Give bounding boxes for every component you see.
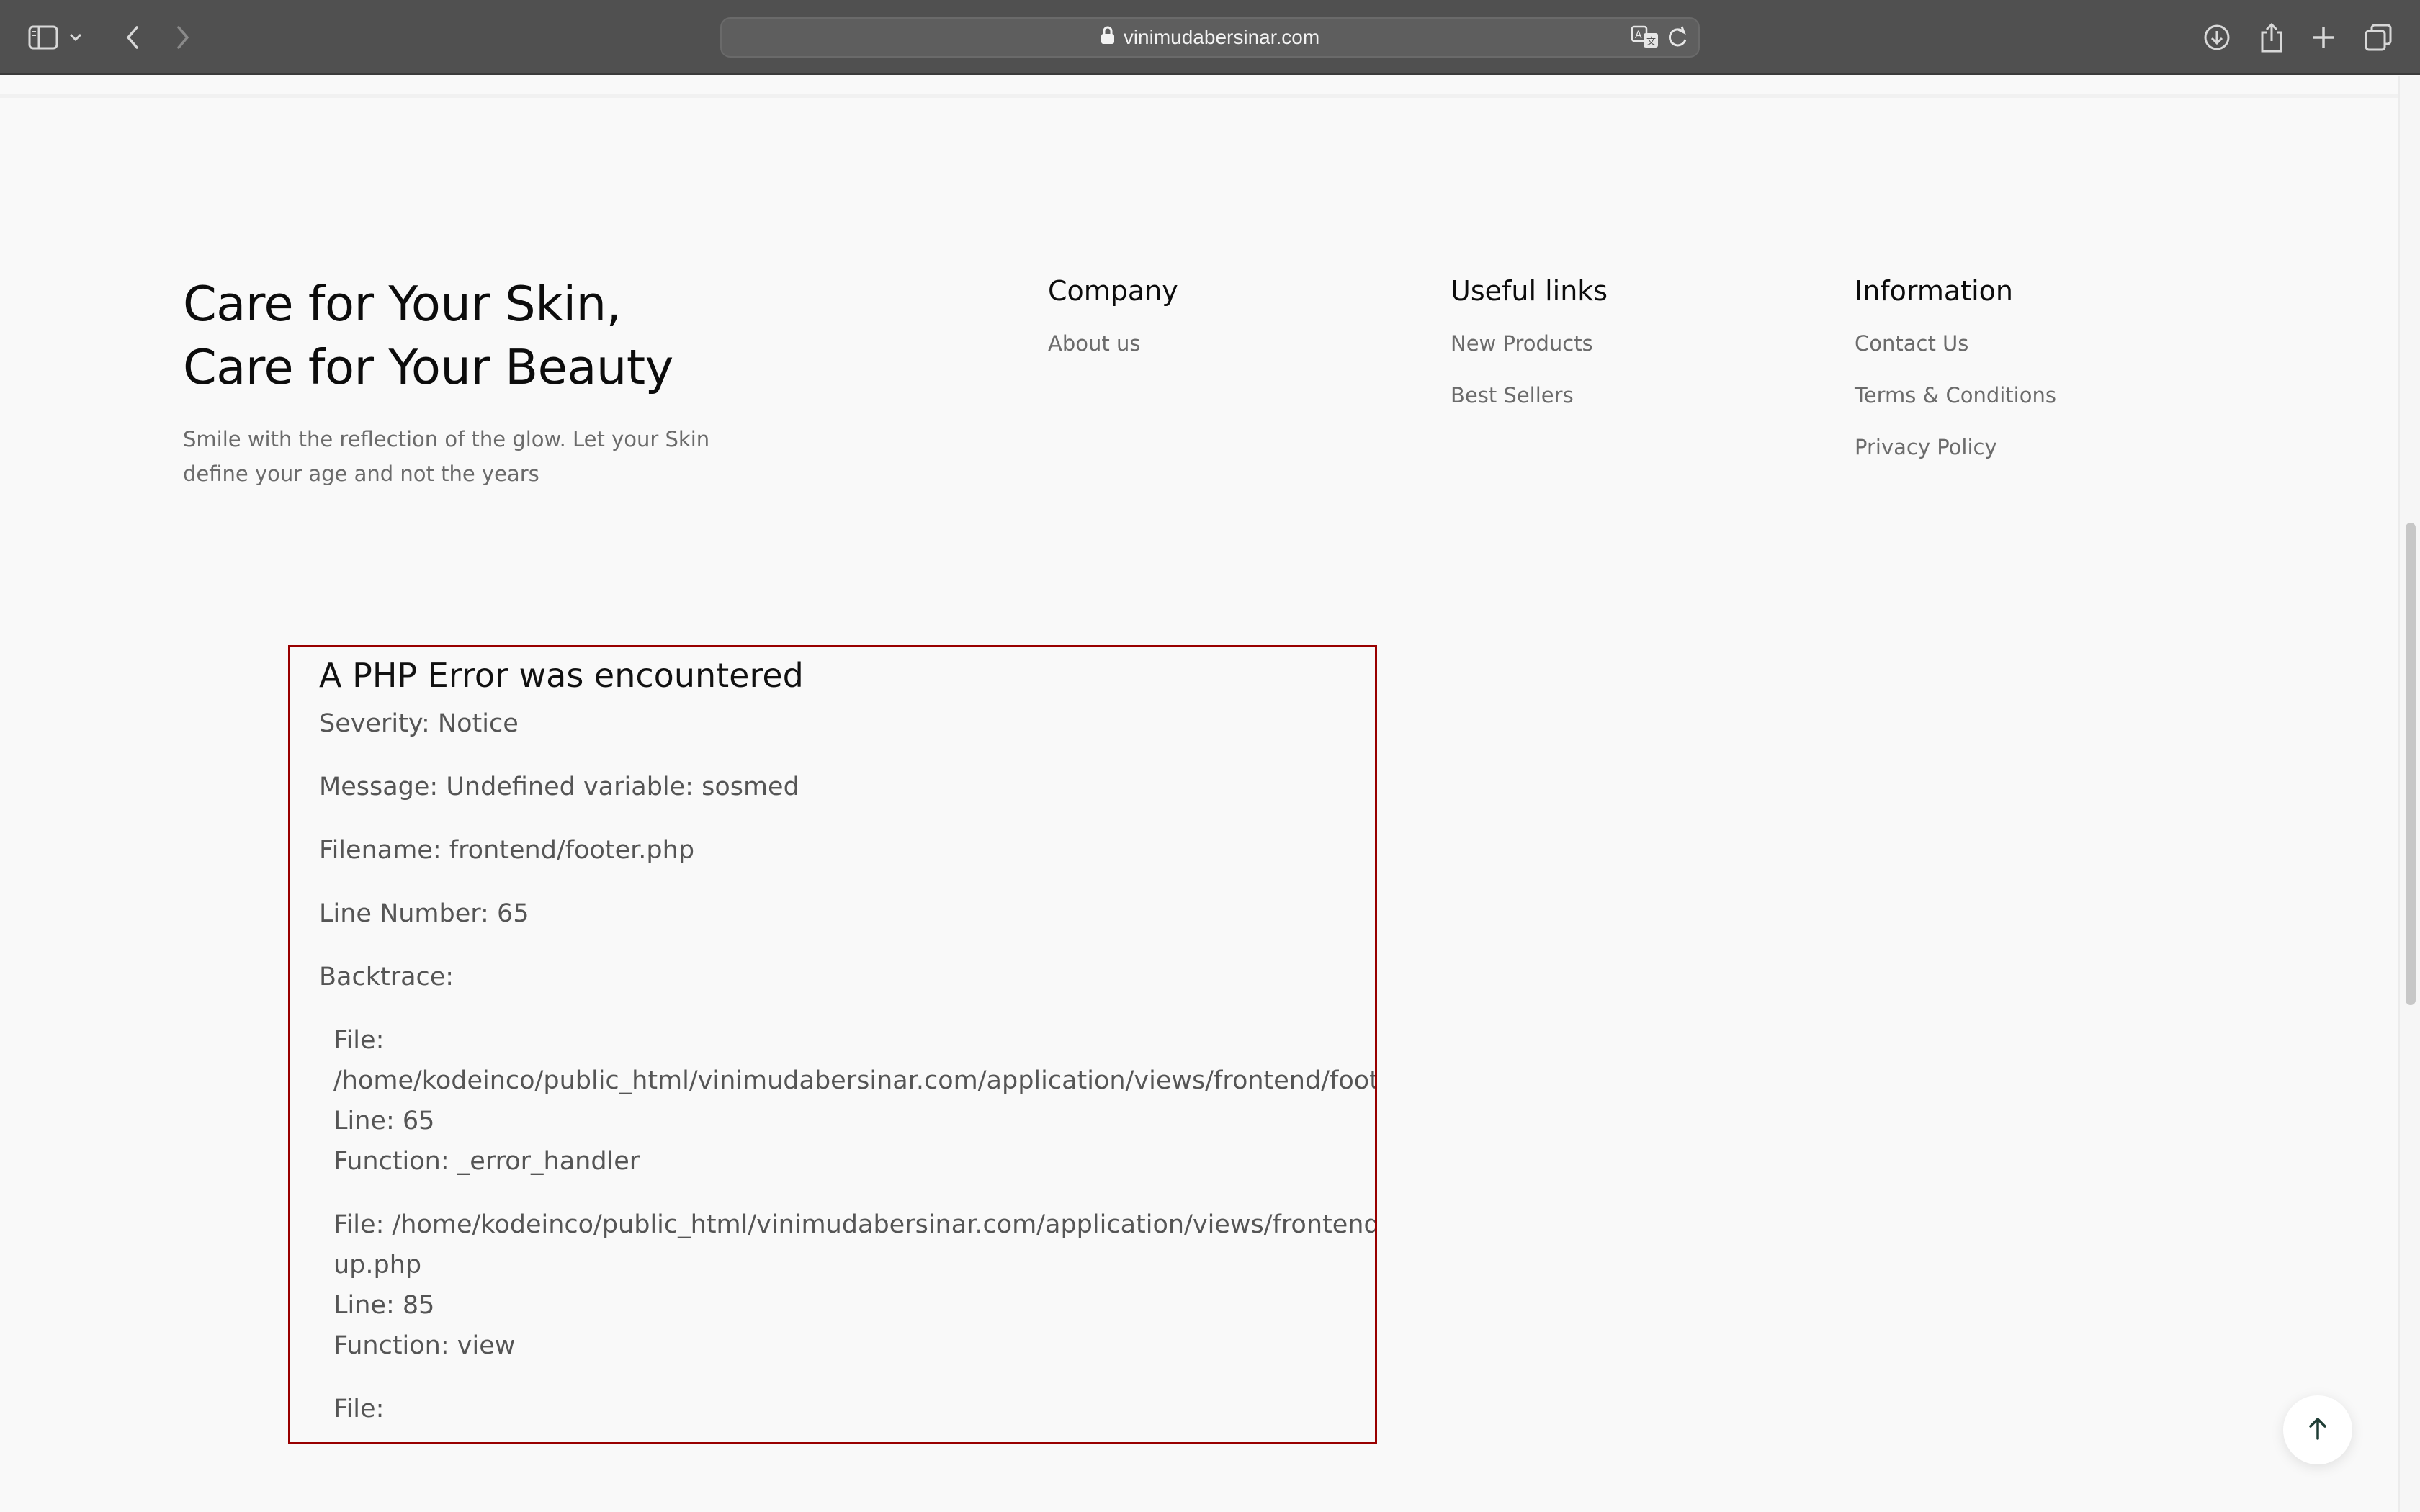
arrow-up-icon xyxy=(2307,1416,2329,1444)
footer-column-information: Information Contact Us Terms & Condition… xyxy=(1855,271,2056,484)
footer-link-privacy-policy[interactable]: Privacy Policy xyxy=(1855,432,2056,462)
footer-column-company: Company About us xyxy=(1048,271,1178,380)
forward-arrow-icon[interactable] xyxy=(164,19,202,56)
browser-toolbar: vinimudabersinar.com A文 xyxy=(0,0,2420,75)
scrollbar-thumb[interactable] xyxy=(2406,523,2416,1005)
php-error-message: Message: Undefined variable: sosmed xyxy=(319,773,799,801)
svg-text:A: A xyxy=(1635,30,1642,41)
footer-brand-description: Smile with the reflection of the glow. L… xyxy=(183,427,710,486)
svg-text:文: 文 xyxy=(1646,37,1656,48)
backtrace-line: Line: 85 xyxy=(333,1291,435,1320)
download-icon[interactable] xyxy=(2198,19,2236,56)
section-divider xyxy=(0,94,2398,98)
translate-icon[interactable]: A文 xyxy=(1631,24,1659,53)
brand-title-line-2: Care for Your Beauty xyxy=(183,339,673,395)
backtrace-entry: File: xyxy=(333,1389,1375,1429)
page-scrollbar[interactable] xyxy=(2398,76,2420,1512)
backtrace-entry: File: /home/kodeinco/public_html/vinimud… xyxy=(333,1020,1375,1182)
php-error-box: A PHP Error was encountered Severity: No… xyxy=(288,645,1377,1444)
php-error-filename: Filename: frontend/footer.php xyxy=(319,836,695,865)
scroll-to-top-button[interactable] xyxy=(2283,1395,2352,1464)
footer-heading-company: Company xyxy=(1048,275,1178,307)
footer-heading-useful-links: Useful links xyxy=(1451,275,1608,307)
brand-title-line-1: Care for Your Skin, xyxy=(183,276,622,332)
php-error-line-number: Line Number: 65 xyxy=(319,899,529,928)
footer-heading-information: Information xyxy=(1855,275,2013,307)
address-bar[interactable]: vinimudabersinar.com A文 xyxy=(720,17,1700,58)
backtrace-file-label: File: xyxy=(333,1026,385,1055)
tabs-overview-icon[interactable] xyxy=(2360,19,2397,56)
backtrace-line: Line: 65 xyxy=(333,1107,435,1135)
backtrace-function: Function: view xyxy=(333,1331,516,1360)
footer-link-contact-us[interactable]: Contact Us xyxy=(1855,328,2056,359)
php-error-title: A PHP Error was encountered xyxy=(319,656,804,695)
footer-link-terms-conditions[interactable]: Terms & Conditions xyxy=(1855,380,2056,410)
back-arrow-icon[interactable] xyxy=(114,19,151,56)
footer-link-about-us[interactable]: About us xyxy=(1048,328,1178,359)
backtrace-file-path: /home/kodeinco/public_html/vinimudabersi… xyxy=(333,1066,1377,1095)
php-error-severity: Severity: Notice xyxy=(319,709,519,738)
footer-link-best-sellers[interactable]: Best Sellers xyxy=(1451,380,1608,410)
share-icon[interactable] xyxy=(2253,19,2290,56)
backtrace-file-path: up.php xyxy=(333,1251,422,1279)
footer-brand-title: Care for Your Skin, Care for Your Beauty xyxy=(183,272,831,399)
backtrace-file-label: File: /home/kodeinco/public_html/vinimud… xyxy=(333,1210,1377,1239)
backtrace-file-label: File: xyxy=(333,1395,385,1423)
reload-icon[interactable] xyxy=(1667,25,1688,53)
backtrace-entry: File: /home/kodeinco/public_html/vinimud… xyxy=(333,1205,1375,1366)
sidebar-icon[interactable] xyxy=(24,19,62,56)
php-error-backtrace-label: Backtrace: xyxy=(319,963,454,991)
lock-icon xyxy=(1101,26,1115,50)
plus-icon[interactable] xyxy=(2305,19,2342,56)
chevron-down-icon[interactable] xyxy=(65,19,86,56)
footer-column-useful-links: Useful links New Products Best Sellers xyxy=(1451,271,1608,432)
url-text: vinimudabersinar.com xyxy=(1123,26,1320,48)
backtrace-function: Function: _error_handler xyxy=(333,1147,640,1176)
footer-link-new-products[interactable]: New Products xyxy=(1451,328,1608,359)
